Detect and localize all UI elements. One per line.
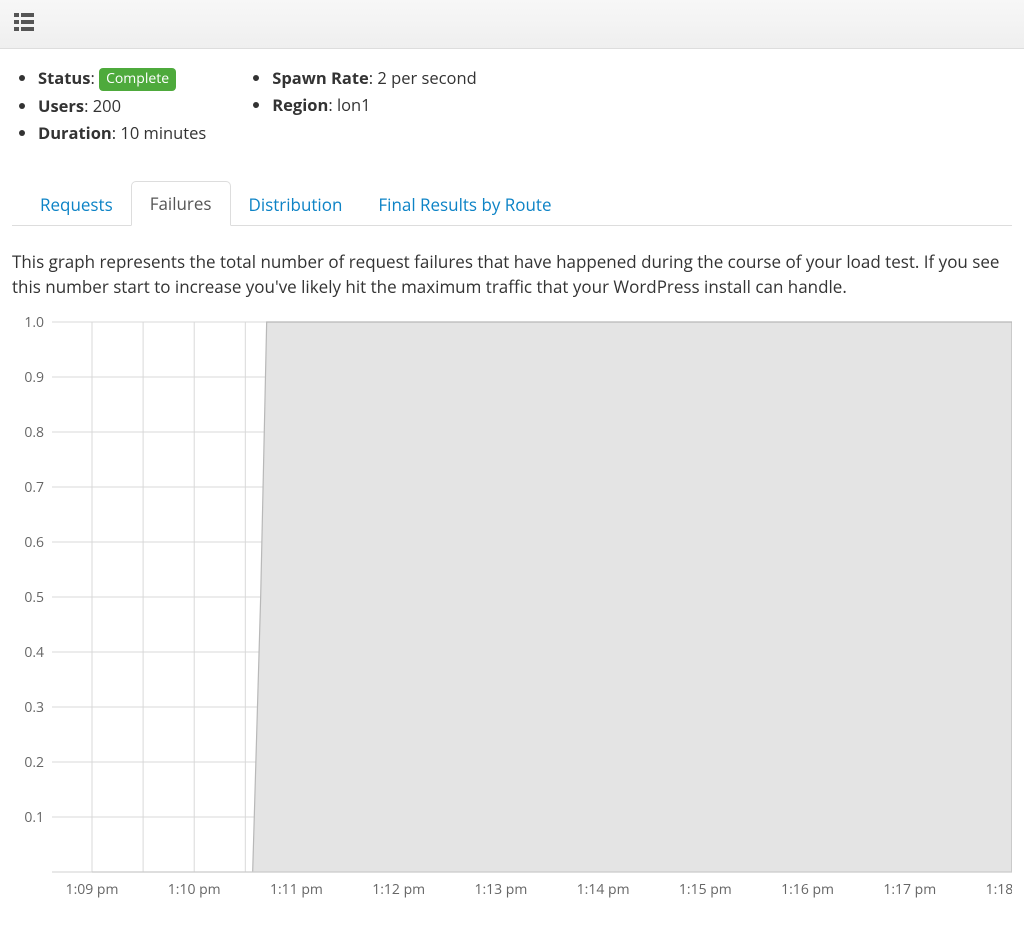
tabs: RequestsFailuresDistributionFinal Result… <box>12 180 1012 226</box>
svg-text:1:17 pm: 1:17 pm <box>883 880 936 899</box>
svg-text:0.5: 0.5 <box>24 588 44 607</box>
svg-text:1:10 pm: 1:10 pm <box>168 880 221 899</box>
svg-text:0.7: 0.7 <box>24 478 44 497</box>
failures-chart: 0.1 0.2 0.3 0.4 0.5 0.6 0.7 0.8 0.9 1.0 1:09 pm 1:1… <box>12 317 1012 907</box>
svg-text:1.0: 1.0 <box>24 317 44 332</box>
svg-text:1:09 pm: 1:09 pm <box>66 880 119 899</box>
tab-requests[interactable]: Requests <box>22 183 131 226</box>
main-content: Status: Complete Users: 200 Duration: 10 m… <box>0 49 1024 927</box>
svg-text:0.6: 0.6 <box>24 533 44 552</box>
svg-text:0.4: 0.4 <box>24 643 44 662</box>
svg-text:1:15 pm: 1:15 pm <box>679 880 732 899</box>
test-meta: Status: Complete Users: 200 Duration: 10 m… <box>12 59 1012 158</box>
svg-text:1:18 pm: 1:18 pm <box>986 880 1012 899</box>
tab-final-results-by-route[interactable]: Final Results by Route <box>360 183 569 226</box>
svg-text:1:16 pm: 1:16 pm <box>781 880 834 899</box>
grid-menu-icon[interactable] <box>14 13 34 36</box>
meta-item: Users: 200 <box>38 94 206 118</box>
meta-item: Region: lon1 <box>272 93 476 117</box>
topbar <box>0 0 1024 49</box>
svg-text:0.8: 0.8 <box>24 423 44 442</box>
meta-col-1: Status: Complete Users: 200 Duration: 10 m… <box>12 63 206 148</box>
tab-distribution[interactable]: Distribution <box>231 183 361 226</box>
svg-text:0.2: 0.2 <box>24 753 44 772</box>
svg-text:1:12 pm: 1:12 pm <box>372 880 425 899</box>
tab-description: This graph represents the total number o… <box>12 250 1012 299</box>
svg-text:0.9: 0.9 <box>24 368 44 387</box>
svg-text:1:11 pm: 1:11 pm <box>270 880 323 899</box>
status-badge: Complete <box>99 68 176 91</box>
svg-text:0.3: 0.3 <box>24 698 44 717</box>
svg-text:1:13 pm: 1:13 pm <box>474 880 527 899</box>
tab-failures[interactable]: Failures <box>131 181 231 226</box>
meta-item: Spawn Rate: 2 per second <box>272 66 476 90</box>
svg-text:1:14 pm: 1:14 pm <box>577 880 630 899</box>
meta-item: Status: Complete <box>38 66 206 91</box>
svg-text:0.1: 0.1 <box>24 808 44 827</box>
meta-item: Duration: 10 minutes <box>38 121 206 145</box>
meta-col-2: Spawn Rate: 2 per second Region: lon1 <box>246 63 476 148</box>
